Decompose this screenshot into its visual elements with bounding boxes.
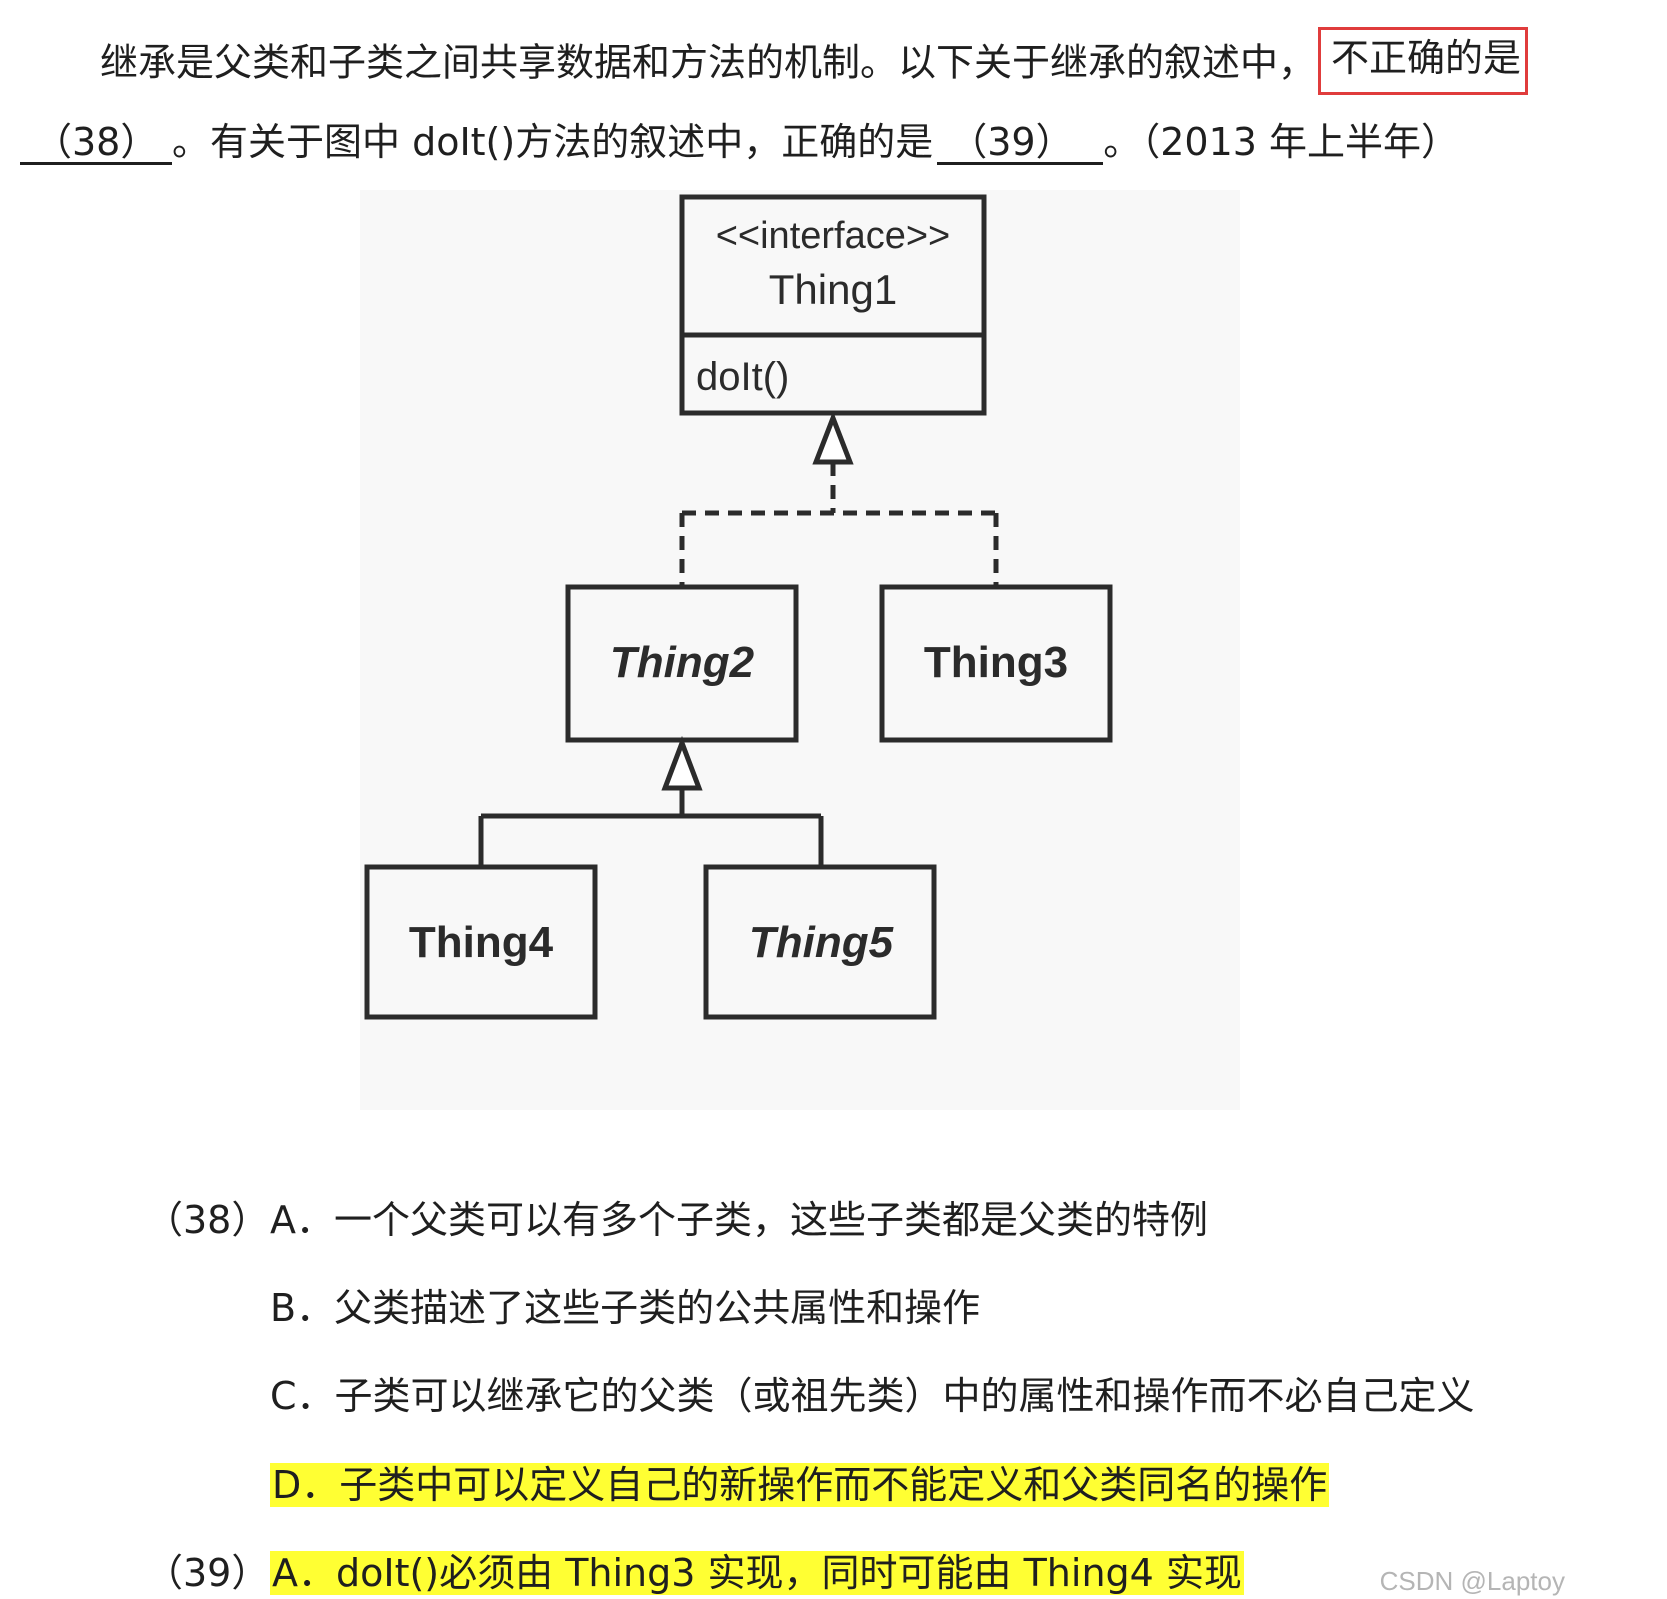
option-38-d: D．子类中可以定义自己的新操作而不能定义和父类同名的操作 [270, 1461, 1330, 1509]
question-tail: 。（2013 年上半年） [1103, 120, 1460, 164]
interface-stereotype: <<interface>> [716, 215, 951, 257]
option-38-d-highlighted-answer: D．子类中可以定义自己的新操作而不能定义和父类同名的操作 [270, 1463, 1330, 1507]
question-number-38: （38） [145, 1198, 270, 1242]
blank-38: （38） [20, 122, 172, 165]
interface-method: doIt() [696, 355, 789, 399]
option-39-a: （39） A．doIt()必须由 Thing3 实现，同时可能由 Thing4 … [145, 1549, 1244, 1597]
thing4-label: Thing4 [409, 918, 554, 967]
realization-connector [679, 462, 999, 587]
question-mid: 。有关于图中 doIt()方法的叙述中，正确的是 [172, 120, 934, 164]
uml-class-diagram: <<interface>> Thing1 doIt() Thing2 Thing… [360, 190, 1240, 1110]
blank-39: （39） [937, 122, 1104, 165]
uml-diagram-svg: <<interface>> Thing1 doIt() Thing2 Thing… [364, 194, 1113, 1020]
boxed-phrase: 不正确的是 [1318, 27, 1529, 95]
option-38-a-text: A．一个父类可以有多个子类，这些子类都是父类的特例 [270, 1198, 1208, 1242]
csdn-watermark: CSDN @Laptoy [1379, 1566, 1565, 1596]
option-38-c-text: C．子类可以继承它的父类（或祖先类）中的属性和操作而不必自己定义 [270, 1374, 1475, 1418]
thing2-label: Thing2 [610, 638, 755, 687]
question-line-1: 继承是父类和子类之间共享数据和方法的机制。以下关于继承的叙述中， 不正确的是 [100, 27, 1529, 99]
realization-arrowhead [812, 411, 854, 465]
option-38-a: （38） A．一个父类可以有多个子类，这些子类都是父类的特例 [145, 1196, 1208, 1244]
generalization-arrowhead [661, 735, 703, 791]
option-38-c: C．子类可以继承它的父类（或祖先类）中的属性和操作而不必自己定义 [270, 1372, 1475, 1420]
question-intro: 继承是父类和子类之间共享数据和方法的机制。以下关于继承的叙述中， [100, 40, 1317, 85]
thing3-label: Thing3 [924, 638, 1068, 687]
option-38-b: B．父类描述了这些子类的公共属性和操作 [270, 1284, 980, 1332]
option-38-b-text: B．父类描述了这些子类的公共属性和操作 [270, 1286, 981, 1330]
thing5-label: Thing5 [749, 918, 894, 967]
option-39-a-highlighted-answer: A．doIt()必须由 Thing3 实现，同时可能由 Thing4 实现 [270, 1551, 1244, 1595]
question-number-39: （39） [145, 1551, 270, 1595]
question-line-2: （38） 。有关于图中 doIt()方法的叙述中，正确的是 （39） 。（2013 年… [20, 117, 1459, 167]
interface-name: Thing1 [769, 266, 897, 313]
generalization-connector [478, 788, 824, 867]
